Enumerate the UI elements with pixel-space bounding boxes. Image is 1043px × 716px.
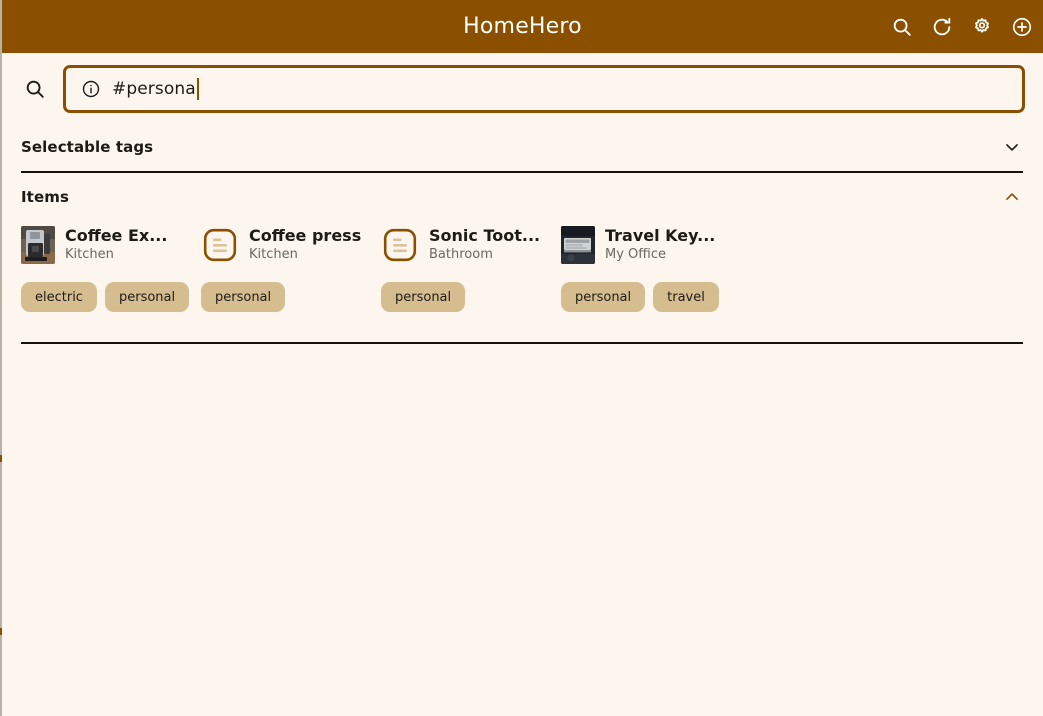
tag-chip[interactable]: personal — [201, 282, 286, 312]
search-row: #persona — [2, 53, 1043, 125]
item-meta: Coffee press Kitchen — [249, 226, 361, 264]
info-icon[interactable] — [80, 78, 102, 100]
item-tags: electric personal — [21, 282, 201, 312]
rail-mark — [0, 628, 2, 635]
items-grid: Coffee Ex... Kitchen electric personal C… — [21, 222, 1023, 312]
item-card[interactable]: Coffee Ex... Kitchen electric personal — [21, 222, 201, 312]
document-placeholder-icon — [381, 226, 419, 264]
divider — [21, 342, 1023, 344]
search-input-value: #persona — [112, 79, 196, 99]
document-placeholder-icon — [201, 226, 239, 264]
item-location: Bathroom — [429, 247, 493, 262]
tag-chip[interactable]: travel — [653, 282, 719, 312]
item-card[interactable]: Sonic Toot... Bathroom personal — [381, 222, 561, 312]
search-icon[interactable] — [18, 72, 52, 106]
item-title: Sonic Toot... — [429, 226, 541, 245]
coffee-machine-photo — [21, 226, 55, 264]
item-header: Coffee press Kitchen — [201, 222, 381, 268]
item-meta: Travel Key... My Office — [605, 226, 715, 264]
tag-chip[interactable]: electric — [21, 282, 97, 312]
item-location: Kitchen — [65, 247, 114, 262]
item-location: Kitchen — [249, 247, 298, 262]
left-edge-rail — [0, 0, 2, 716]
app-bar: HomeHero — [2, 0, 1043, 53]
rail-mark — [0, 455, 2, 462]
item-header: Sonic Toot... Bathroom — [381, 222, 561, 268]
section-title: Items — [21, 188, 69, 206]
item-title: Travel Key... — [605, 226, 716, 245]
search-icon[interactable] — [889, 14, 915, 40]
item-title: Coffee Ex... — [65, 226, 168, 245]
item-meta: Coffee Ex... Kitchen — [65, 226, 167, 264]
item-tags: personal — [381, 282, 561, 312]
text-caret — [196, 78, 199, 100]
chevron-up-icon[interactable] — [1001, 186, 1023, 208]
item-tags: personal travel — [561, 282, 741, 312]
keyboard-photo — [561, 226, 595, 264]
item-card[interactable]: Travel Key... My Office personal travel — [561, 222, 741, 312]
app-bar-actions — [889, 0, 1035, 53]
gear-icon[interactable] — [969, 14, 995, 40]
refresh-icon[interactable] — [929, 14, 955, 40]
section-header-selectable-tags[interactable]: Selectable tags — [21, 122, 1023, 172]
app-root: HomeHero #persona Selectable tags Items … — [0, 0, 1043, 716]
section-title: Selectable tags — [21, 138, 154, 156]
item-header: Coffee Ex... Kitchen — [21, 222, 201, 268]
search-input[interactable]: #persona — [63, 65, 1025, 113]
app-title: HomeHero — [463, 14, 582, 39]
item-tags: personal — [201, 282, 381, 312]
item-location: My Office — [605, 247, 666, 262]
item-meta: Sonic Toot... Bathroom — [429, 226, 540, 264]
chevron-down-icon[interactable] — [1001, 136, 1023, 158]
tag-chip[interactable]: personal — [561, 282, 646, 312]
item-header: Travel Key... My Office — [561, 222, 741, 268]
item-card[interactable]: Coffee press Kitchen personal — [201, 222, 381, 312]
tag-chip[interactable]: personal — [104, 282, 190, 312]
add-circle-icon[interactable] — [1009, 14, 1035, 40]
item-title: Coffee press — [249, 226, 362, 245]
section-header-items[interactable]: Items — [21, 172, 1023, 222]
tag-chip[interactable]: personal — [381, 282, 466, 312]
